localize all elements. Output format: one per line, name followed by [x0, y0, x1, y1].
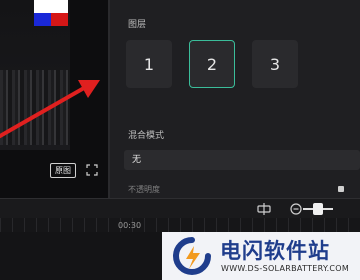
- layer-label: 图层: [128, 20, 147, 30]
- timeline-ruler[interactable]: [0, 218, 360, 233]
- watermark-title: 电闪软件站: [220, 239, 330, 263]
- zoom-out-icon[interactable]: [290, 203, 302, 215]
- ruler-time-label: 00:30: [118, 221, 142, 230]
- watermark-logo-icon: [173, 237, 211, 275]
- snap-icon[interactable]: [256, 203, 272, 215]
- original-size-button[interactable]: 原图: [50, 163, 76, 178]
- color-bars: [34, 0, 68, 26]
- opacity-label: 不透明度: [128, 185, 160, 194]
- watermark-url: WWW.DS-SOLARBATTERY.COM: [221, 264, 350, 273]
- layer-button-3[interactable]: 3: [252, 40, 298, 88]
- fullscreen-icon[interactable]: [86, 164, 98, 176]
- red-arrow-annotation: [0, 80, 100, 138]
- layer-button-label: 2: [206, 54, 218, 74]
- layer-button-1[interactable]: 1: [126, 40, 172, 88]
- layer-button-2[interactable]: 2: [189, 40, 235, 88]
- zoom-slider-handle[interactable]: [313, 203, 323, 215]
- blend-mode-select[interactable]: 无: [124, 150, 360, 170]
- opacity-slider-handle[interactable]: [338, 186, 344, 192]
- blend-mode-label: 混合模式: [128, 131, 165, 141]
- layer-button-label: 3: [269, 54, 281, 74]
- layer-button-label: 1: [143, 54, 155, 74]
